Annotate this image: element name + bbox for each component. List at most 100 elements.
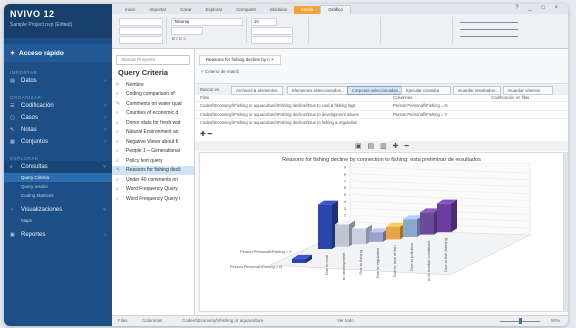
- matrix-query-icon: ✎: [116, 167, 121, 174]
- list-column-header[interactable]: # Nombre: [112, 80, 194, 90]
- y-tick-label: 2: [344, 213, 347, 218]
- nav-item-notes[interactable]: ✎ Notas ›: [4, 124, 112, 136]
- query-list: # Nombre ⌕ Coding comparison of ✎ Comments on…: [112, 80, 194, 204]
- document-tab[interactable]: Reasons for fishing decline by n ×: [199, 55, 281, 65]
- ribbon-field[interactable]: [119, 18, 163, 26]
- list-item-label: Word Frequency Query: [126, 186, 178, 193]
- quick-access-button[interactable]: ✦ Acceso rápido: [4, 44, 112, 62]
- zoom-slider-handle[interactable]: [519, 318, 522, 324]
- elevation-slider[interactable]: [460, 29, 518, 30]
- list-item[interactable]: ⌕ Policy text query: [112, 156, 194, 166]
- chart-bar: [420, 212, 434, 235]
- list-item[interactable]: ✎ Comments on water qual: [112, 99, 194, 109]
- window-controls[interactable]: ? _ □ ×: [515, 5, 562, 11]
- list-item[interactable]: ⌕ Word Frequency Query: [112, 185, 194, 195]
- rotation-slider[interactable]: [460, 22, 518, 23]
- project-name[interactable]: Sample Project.nvp (Edited): [10, 22, 106, 28]
- tab-importar[interactable]: Importar: [143, 6, 174, 14]
- run-query-button[interactable]: Ejecutar consulta: [401, 86, 451, 95]
- list-item[interactable]: ✎ Reasons for fishing decli: [112, 165, 194, 175]
- chart-bar: [318, 204, 332, 249]
- tab-inicio[interactable]: Inicio: [118, 6, 143, 14]
- depth-slider[interactable]: [460, 36, 518, 37]
- save-criteria-button[interactable]: Guardar criterios: [503, 86, 553, 95]
- nav-item-data[interactable]: ▤ Datos ›: [4, 75, 112, 87]
- list-item-label: Coding comparison of: [126, 91, 175, 98]
- y-tick-label: 3: [344, 206, 347, 211]
- nav-item-queries[interactable]: ⌕ Consultas ˅: [4, 161, 112, 173]
- font-name-select[interactable]: Tahoma: [171, 18, 243, 26]
- tab-explorar[interactable]: Explorar: [199, 6, 230, 14]
- matrix-criteria-table: Filas Columnas Codificación en filas Cod…: [195, 95, 568, 142]
- status-rows: Filas: [118, 318, 128, 323]
- series-label: Person:Personal\\Fishing = Y: [240, 249, 292, 254]
- nav-subitem-maps[interactable]: Maps: [4, 216, 112, 225]
- list-item-label: Natural Environment an: [126, 129, 179, 136]
- nav-item-cases[interactable]: ▢ Casos ›: [4, 112, 112, 124]
- save-results-button[interactable]: Guardar resultados...: [453, 86, 501, 95]
- list-item[interactable]: ⌕ Counties of economic d: [112, 109, 194, 119]
- nav-item-coding[interactable]: ☰ Codificación ›: [4, 100, 112, 112]
- list-item-label: Under 40 comments on: [126, 176, 178, 183]
- list-item[interactable]: ⌕ Coding comparison of: [112, 90, 194, 100]
- ribbon-field[interactable]: [171, 27, 203, 35]
- tab-media[interactable]: Media: [294, 6, 321, 14]
- ribbon-field[interactable]: [251, 36, 293, 44]
- tab-modulos[interactable]: Módulos: [263, 6, 294, 14]
- list-item[interactable]: ⌕ People 1 – Generational: [112, 147, 194, 157]
- ribbon-body: Tahoma B I U ≡ 10: [112, 14, 568, 48]
- nav-subitem-query-results[interactable]: Query results: [4, 182, 112, 191]
- list-item[interactable]: ⌕ Word Frequency Query i: [112, 194, 194, 204]
- tab-compartir[interactable]: Compartir: [229, 6, 263, 14]
- selected-folders-button[interactable]: Carpetas seleccionadas...: [347, 86, 407, 95]
- query-icon: ⌕: [116, 129, 119, 136]
- app-header: NVIVO 12 Sample Project.nvp (Edited): [4, 4, 112, 38]
- ribbon-field[interactable]: [119, 27, 163, 35]
- status-view: Ver todo: [337, 318, 354, 323]
- x-tick-label: Due to regulation: [375, 248, 380, 278]
- list-item[interactable]: ⌕ Natural Environment an: [112, 128, 194, 138]
- y-tick-label: 4: [344, 199, 347, 204]
- close-icon[interactable]: ×: [271, 57, 274, 62]
- vertical-scrollbar[interactable]: [564, 152, 568, 312]
- nav-item-visualizations[interactable]: ◔ Visualizaciones ˅: [4, 204, 112, 216]
- search-input[interactable]: Buscar Proyecto: [116, 55, 190, 65]
- ribbon-field[interactable]: [251, 27, 293, 35]
- ribbon-field[interactable]: [119, 36, 163, 44]
- y-tick-label: 6: [344, 185, 347, 190]
- files-and-items-button[interactable]: Archivos & elementos: [231, 86, 283, 95]
- table-row[interactable]: Codes\\Economy\\Fishing or aquaculture\\…: [195, 118, 568, 127]
- criteria-bar: ˅ Criterio de matriz: [201, 69, 240, 74]
- list-item[interactable]: ⌕ Under 40 comments on: [112, 175, 194, 185]
- table-row[interactable]: Codes\\Economy\\Fishing or aquaculture\\…: [195, 109, 568, 119]
- x-tick-label: Due to market conditions: [426, 241, 431, 281]
- list-item[interactable]: ⌕ Negative Views about fi: [112, 137, 194, 147]
- chevron-down-icon: ˅: [103, 207, 106, 213]
- column-header-columns: Columnas: [393, 95, 413, 100]
- font-size-select[interactable]: 10: [251, 18, 277, 26]
- chart-bar: [386, 226, 400, 240]
- tab-crear[interactable]: Crear: [173, 6, 198, 14]
- nav-item-reports[interactable]: ▣ Reportes ›: [4, 229, 112, 241]
- bold-italic-icons[interactable]: B I U ≡: [172, 36, 186, 41]
- chevron-right-icon: ›: [104, 78, 106, 84]
- query-icon: ⌕: [116, 157, 119, 164]
- table-row[interactable]: Codes\\Economy\\Fishing or aquaculture\\…: [195, 101, 568, 110]
- ribbon-group-clipboard: [116, 17, 167, 44]
- chevron-down-icon: ˅: [103, 164, 106, 170]
- coding-icon: ☰: [10, 103, 15, 109]
- nav-subitem-coding-matrices[interactable]: Coding Matrices: [4, 191, 112, 200]
- chart-tool-icons[interactable]: ▣ ▤ ▥ ✚ ━: [355, 142, 411, 150]
- nav-subitem-query-criteria[interactable]: Query Criteria: [4, 173, 112, 182]
- x-tick-label: Due to lack of fish: [392, 245, 397, 277]
- selected-items-button[interactable]: Elementos seleccionados...: [287, 86, 350, 95]
- report-icon: ▣: [10, 232, 15, 238]
- y-tick-label: 8: [344, 171, 347, 176]
- x-tick-label: Due to fishing: [358, 250, 363, 274]
- status-columns: Columnas: [142, 318, 163, 323]
- list-item[interactable]: ⌕ Donor stats for fresh wat: [112, 118, 194, 128]
- add-row-icon[interactable]: ✚ ━: [200, 130, 212, 138]
- nav-item-sets[interactable]: ▦ Conjuntos ›: [4, 136, 112, 148]
- tab-grafico[interactable]: Gráfico: [320, 5, 351, 14]
- ribbon-group-labels: [310, 17, 381, 43]
